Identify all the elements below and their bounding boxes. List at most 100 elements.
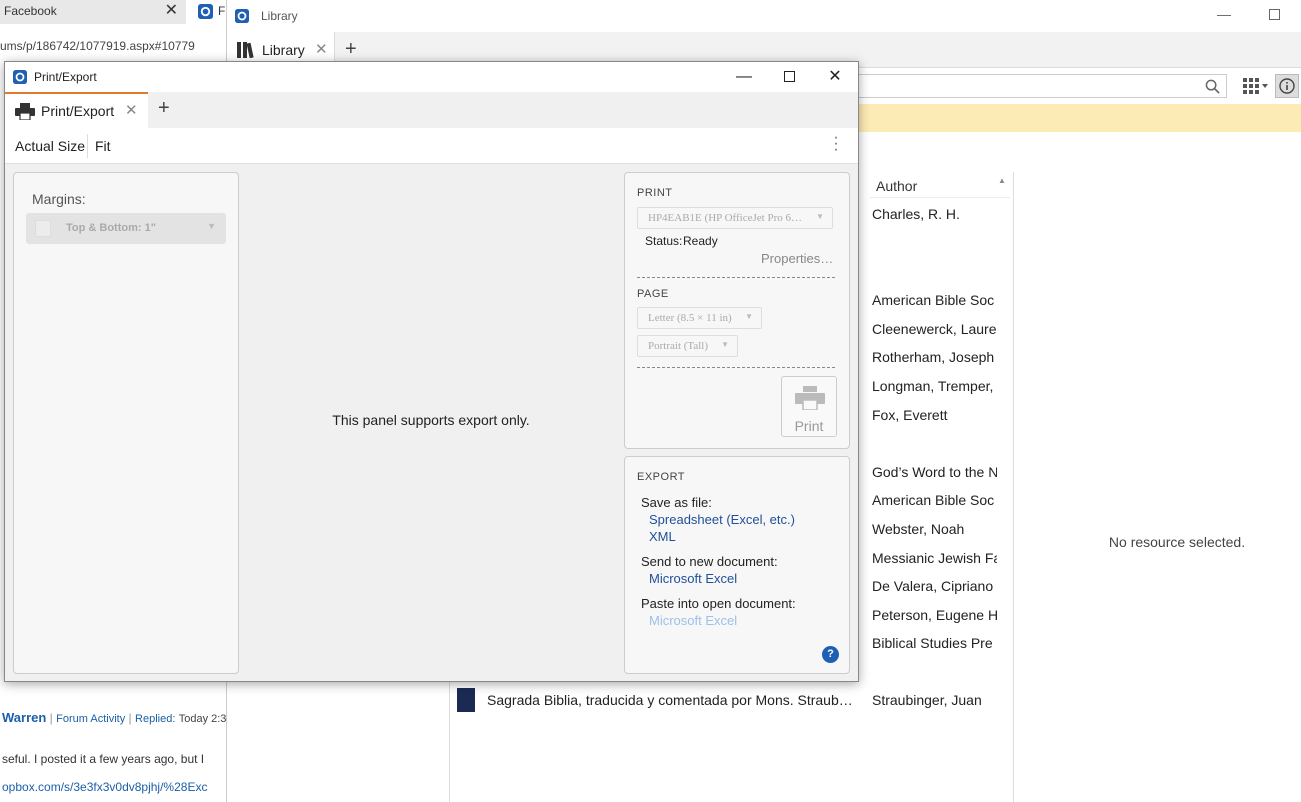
orientation-dropdown[interactable]: Portrait (Tall) ▼ — [637, 335, 738, 357]
close-icon[interactable]: ✕ — [165, 0, 178, 22]
add-tab-button[interactable]: + — [345, 38, 357, 61]
forum-time: Today 2:33 — [178, 713, 226, 725]
author-cell: Rotherham, Joseph — [872, 349, 995, 365]
dialog-title: Print/Export — [34, 70, 97, 84]
paste-excel-link[interactable]: Microsoft Excel — [649, 613, 737, 628]
margins-label: Margins: — [32, 191, 86, 207]
more-options-icon[interactable]: · · · — [831, 130, 841, 158]
table-row[interactable]: Sagrada Biblia, traducida y comentada po… — [457, 686, 1013, 716]
properties-link[interactable]: Properties… — [761, 251, 833, 266]
printer-dropdown[interactable]: HP4EAB1E (HP OfficeJet Pro 6… ▼ — [637, 207, 833, 229]
author-cell: De Valera, Cipriano — [872, 578, 994, 594]
browser-tab-logos[interactable]: F — [190, 0, 226, 24]
search-icon[interactable] — [1205, 79, 1220, 94]
forum-author-link[interactable]: Warren — [2, 710, 46, 725]
library-titlebar: Library — — [227, 0, 1301, 32]
export-xml-link[interactable]: XML — [649, 529, 676, 544]
tab-print-export[interactable]: Print/Export ✕ — [5, 92, 148, 128]
author-cell: American Bible Soc — [872, 492, 995, 508]
paste-into-open-label: Paste into open document: — [641, 596, 796, 611]
margins-dropdown[interactable]: Top & Bottom: 1" ▼ — [26, 213, 226, 244]
send-excel-link[interactable]: Microsoft Excel — [649, 571, 737, 586]
help-icon[interactable]: ? — [822, 646, 839, 663]
author-cell: Biblical Studies Pre — [872, 635, 993, 651]
author-cell: Messianic Jewish Fa — [872, 550, 997, 566]
author-cell: Webster, Noah — [872, 521, 965, 537]
logos-icon — [198, 4, 213, 19]
close-icon[interactable]: ✕ — [125, 101, 138, 119]
info-icon — [1279, 78, 1295, 94]
author-cell: Peterson, Eugene H — [872, 607, 997, 623]
forum-post-footer: Warren | Forum Activity | Replied: Today… — [0, 698, 226, 802]
maximize-button[interactable] — [1269, 9, 1280, 20]
book-cover-thumbnail — [457, 688, 475, 712]
author-cell: Cleenewerck, Laure — [872, 321, 997, 337]
chevron-down-icon: ▼ — [816, 212, 824, 221]
dialog-tab-bar: Print/Export ✕ + — [5, 92, 858, 128]
column-header-label: Author — [876, 178, 918, 194]
print-panel: PRINT HP4EAB1E (HP OfficeJet Pro 6… ▼ St… — [624, 172, 850, 449]
browser-tab-title: Facebook — [4, 4, 57, 18]
forum-activity-link[interactable]: Forum Activity — [56, 713, 125, 725]
printer-value: HP4EAB1E (HP OfficeJet Pro 6… — [648, 212, 802, 224]
search-input[interactable] — [857, 74, 1227, 98]
author-cell: God’s Word to the N — [872, 464, 997, 480]
books-icon — [237, 42, 254, 58]
logos-icon — [235, 9, 249, 23]
orientation-value: Portrait (Tall) — [648, 340, 709, 352]
export-panel: EXPORT Save as file: Spreadsheet (Excel,… — [624, 456, 850, 674]
author-cell: Fox, Everett — [872, 407, 948, 423]
chevron-down-icon: ▼ — [721, 340, 729, 349]
paper-size-value: Letter (8.5 × 11 in) — [648, 312, 732, 324]
author-cell: Charles, R. H. — [872, 206, 960, 222]
resource-title: Sagrada Biblia, traducida y comentada po… — [487, 692, 853, 708]
divider — [637, 277, 835, 278]
view-options-icon[interactable] — [1243, 78, 1269, 94]
paper-size-dropdown[interactable]: Letter (8.5 × 11 in) ▼ — [637, 307, 762, 329]
chevron-down-icon: ▼ — [745, 312, 753, 321]
forum-post-text: seful. I posted it a few years ago, but … — [2, 752, 205, 766]
list-border — [449, 680, 450, 802]
export-spreadsheet-link[interactable]: Spreadsheet (Excel, etc.) — [649, 512, 795, 527]
close-icon[interactable]: ✕ — [315, 40, 328, 58]
send-to-new-label: Send to new document: — [641, 554, 778, 569]
no-resource-message: No resource selected. — [1108, 534, 1246, 550]
author-cell: Longman, Tremper, — [872, 378, 994, 394]
status-label: Status: — [645, 234, 683, 248]
author-column-header[interactable]: Author ▲ — [870, 172, 1010, 198]
printer-icon — [15, 103, 35, 120]
print-button-label: Print — [794, 418, 824, 434]
chevron-down-icon: ▼ — [207, 221, 216, 231]
browser-tab-title: F — [218, 4, 226, 18]
toolbar-divider — [87, 134, 88, 158]
save-as-file-label: Save as file: — [641, 495, 712, 510]
print-heading: PRINT — [637, 187, 673, 199]
dialog-titlebar[interactable]: Print/Export — ✕ — [5, 62, 858, 92]
print-button[interactable]: Print — [781, 376, 837, 437]
margins-checkbox[interactable] — [35, 220, 51, 237]
actual-size-button[interactable]: Actual Size — [15, 138, 85, 154]
maximize-button[interactable] — [766, 62, 812, 92]
address-bar[interactable]: ums/p/186742/1077919.aspx#10779 — [0, 34, 230, 58]
printer-icon — [795, 386, 825, 410]
tab-label: Library — [262, 42, 305, 58]
forum-post-link[interactable]: opbox.com/s/3e3fx3v0dv8pjhj/%28Exc — [2, 780, 226, 794]
preview-message: This panel supports export only. — [332, 412, 530, 428]
fit-button[interactable]: Fit — [95, 138, 111, 154]
minimize-button[interactable]: — — [1217, 6, 1231, 22]
browser-tab-facebook[interactable]: Facebook ✕ — [0, 0, 186, 24]
minimize-button[interactable]: — — [721, 62, 767, 92]
author-cell: Straubinger, Juan — [872, 692, 982, 708]
dialog-toolbar: Actual Size Fit · · · — [5, 128, 858, 164]
replied-label: Replied: — [135, 713, 176, 725]
close-button[interactable]: ✕ — [812, 62, 858, 92]
print-export-dialog: Print/Export — ✕ Print/Export ✕ + Actual… — [4, 61, 859, 682]
author-cell: American Bible Soc — [872, 292, 995, 308]
add-tab-button[interactable]: + — [158, 97, 170, 120]
info-toggle-button[interactable] — [1275, 74, 1299, 98]
margins-panel: Margins: Top & Bottom: 1" ▼ — [13, 172, 239, 674]
page-heading: PAGE — [637, 288, 669, 300]
panel-divider[interactable] — [1013, 172, 1014, 802]
margins-value: Top & Bottom: 1" — [66, 222, 156, 234]
export-heading: EXPORT — [637, 471, 686, 483]
